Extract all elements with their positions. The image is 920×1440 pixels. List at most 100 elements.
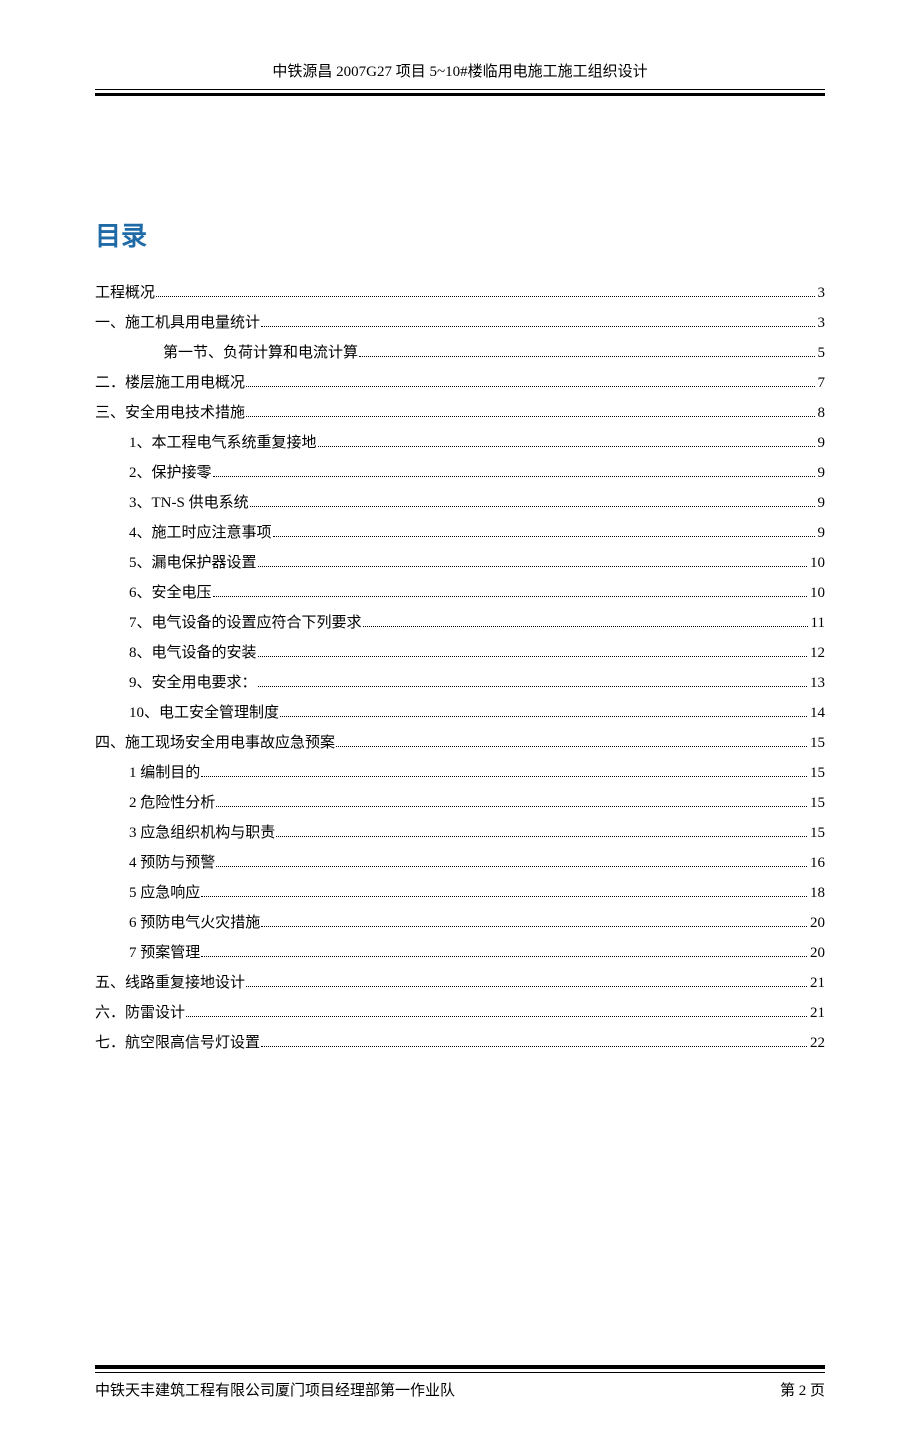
toc-dots	[250, 506, 815, 507]
toc-entry-page: 15	[810, 761, 825, 785]
footer-rule-thick	[95, 1365, 825, 1369]
toc-entry-page: 21	[810, 971, 825, 995]
toc-entry[interactable]: 4、施工时应注意事项9	[129, 521, 825, 545]
toc-entry-page: 3	[818, 281, 826, 305]
toc-heading: 目录	[95, 216, 825, 253]
toc-dots	[186, 1016, 807, 1017]
toc-entry[interactable]: 四、施工现场安全用电事故应急预案 15	[95, 731, 825, 755]
toc-dots	[258, 686, 807, 687]
toc-entry[interactable]: 六．防雷设计21	[95, 1001, 825, 1025]
toc-dots	[261, 326, 814, 327]
toc-entry-label: 3 应急组织机构与职责	[129, 821, 275, 845]
toc-entry-label: 四、施工现场安全用电事故应急预案	[95, 731, 335, 755]
toc-entry[interactable]: 8、电气设备的安装12	[129, 641, 825, 665]
toc-list: 工程概况 3 一、施工机具用电量统计 3 第一节、负荷计算和电流计算 5 二．楼层施工用电概…	[95, 281, 825, 1055]
toc-entry-label: 7 预案管理	[129, 941, 200, 965]
toc-entry[interactable]: 3 应急组织机构与职责15	[129, 821, 825, 845]
toc-entry-page: 9	[818, 491, 826, 515]
toc-entry-label: 7、电气设备的设置应符合下列要求	[129, 611, 362, 635]
toc-entry-page: 9	[818, 431, 826, 455]
toc-entry-label: 6、安全电压	[129, 581, 212, 605]
toc-dots	[213, 596, 807, 597]
toc-entry-page: 22	[810, 1031, 825, 1055]
footer-page-number: 第 2 页	[780, 1379, 825, 1400]
toc-entry[interactable]: 6 预防电气火灾措施20	[129, 911, 825, 935]
toc-dots	[261, 1046, 807, 1047]
toc-entry-label: 2 危险性分析	[129, 791, 215, 815]
toc-entry-label: 3、TN-S 供电系统	[129, 491, 249, 515]
toc-entry-label: 5、漏电保护器设置	[129, 551, 257, 575]
toc-dots	[246, 386, 814, 387]
footer-rule-thin	[95, 1372, 825, 1373]
toc-entry-page: 20	[810, 911, 825, 935]
toc-entry-page: 7	[818, 371, 826, 395]
toc-entry[interactable]: 10、电工安全管理制度14	[129, 701, 825, 725]
toc-entry-label: 9、安全用电要求：	[129, 671, 257, 695]
toc-dots	[359, 356, 814, 357]
toc-entry-page: 8	[818, 401, 826, 425]
toc-entry-page: 15	[810, 731, 825, 755]
toc-entry[interactable]: 4 预防与预警16	[129, 851, 825, 875]
toc-dots	[258, 656, 807, 657]
toc-entry-label: 工程概况	[95, 281, 155, 305]
header-rule	[95, 93, 825, 96]
toc-entry[interactable]: 2、保护接零9	[129, 461, 825, 485]
toc-entry[interactable]: 9、安全用电要求： 13	[129, 671, 825, 695]
toc-dots	[201, 896, 807, 897]
toc-entry-page: 21	[810, 1001, 825, 1025]
toc-entry-label: 五、线路重复接地设计	[95, 971, 245, 995]
toc-dots	[280, 716, 807, 717]
toc-dots	[258, 566, 807, 567]
toc-entry-label: 第一节、负荷计算和电流计算	[163, 341, 358, 365]
toc-entry[interactable]: 1、本工程电气系统重复接地9	[129, 431, 825, 455]
toc-entry[interactable]: 5 应急响应 18	[129, 881, 825, 905]
toc-dots	[273, 536, 815, 537]
toc-entry-page: 20	[810, 941, 825, 965]
toc-entry[interactable]: 第一节、负荷计算和电流计算 5	[163, 341, 825, 365]
toc-dots	[318, 446, 815, 447]
toc-entry[interactable]: 6、安全电压 10	[129, 581, 825, 605]
toc-entry[interactable]: 工程概况 3	[95, 281, 825, 305]
toc-entry-label: 1 编制目的	[129, 761, 200, 785]
toc-dots	[201, 776, 807, 777]
toc-entry-page: 11	[811, 611, 825, 635]
toc-dots	[216, 866, 807, 867]
toc-dots	[216, 806, 807, 807]
toc-dots	[246, 416, 814, 417]
document-header-title: 中铁源昌 2007G27 项目 5~10#楼临用电施工施工组织设计	[95, 60, 825, 90]
toc-dots	[213, 476, 815, 477]
toc-entry[interactable]: 三、安全用电技术措施 8	[95, 401, 825, 425]
toc-entry-page: 3	[818, 311, 826, 335]
toc-dots	[336, 746, 807, 747]
toc-dots	[201, 956, 807, 957]
toc-entry-page: 13	[810, 671, 825, 695]
toc-entry-label: 一、施工机具用电量统计	[95, 311, 260, 335]
toc-entry[interactable]: 一、施工机具用电量统计 3	[95, 311, 825, 335]
toc-entry-label: 5 应急响应	[129, 881, 200, 905]
toc-entry-page: 16	[810, 851, 825, 875]
toc-entry-page: 15	[810, 791, 825, 815]
toc-entry-label: 二．楼层施工用电概况	[95, 371, 245, 395]
footer-company: 中铁天丰建筑工程有限公司厦门项目经理部第一作业队	[95, 1379, 455, 1400]
toc-entry-page: 5	[818, 341, 826, 365]
toc-entry[interactable]: 5、漏电保护器设置 10	[129, 551, 825, 575]
toc-entry-label: 10、电工安全管理制度	[129, 701, 279, 725]
toc-entry-page: 10	[810, 551, 825, 575]
toc-entry[interactable]: 七．航空限高信号灯设置22	[95, 1031, 825, 1055]
toc-dots	[246, 986, 807, 987]
toc-entry-label: 8、电气设备的安装	[129, 641, 257, 665]
toc-entry-page: 10	[810, 581, 825, 605]
toc-dots	[261, 926, 807, 927]
toc-entry-label: 4、施工时应注意事项	[129, 521, 272, 545]
toc-entry[interactable]: 2 危险性分析 15	[129, 791, 825, 815]
toc-entry[interactable]: 二．楼层施工用电概况 7	[95, 371, 825, 395]
toc-entry-label: 三、安全用电技术措施	[95, 401, 245, 425]
toc-entry[interactable]: 7 预案管理 20	[129, 941, 825, 965]
toc-entry[interactable]: 7、电气设备的设置应符合下列要求 11	[129, 611, 825, 635]
footer: 中铁天丰建筑工程有限公司厦门项目经理部第一作业队 第 2 页	[95, 1365, 825, 1400]
toc-entry[interactable]: 五、线路重复接地设计 21	[95, 971, 825, 995]
toc-entry[interactable]: 3、TN-S 供电系统 9	[129, 491, 825, 515]
toc-entry[interactable]: 1 编制目的 15	[129, 761, 825, 785]
toc-entry-page: 18	[810, 881, 825, 905]
toc-dots	[156, 296, 814, 297]
